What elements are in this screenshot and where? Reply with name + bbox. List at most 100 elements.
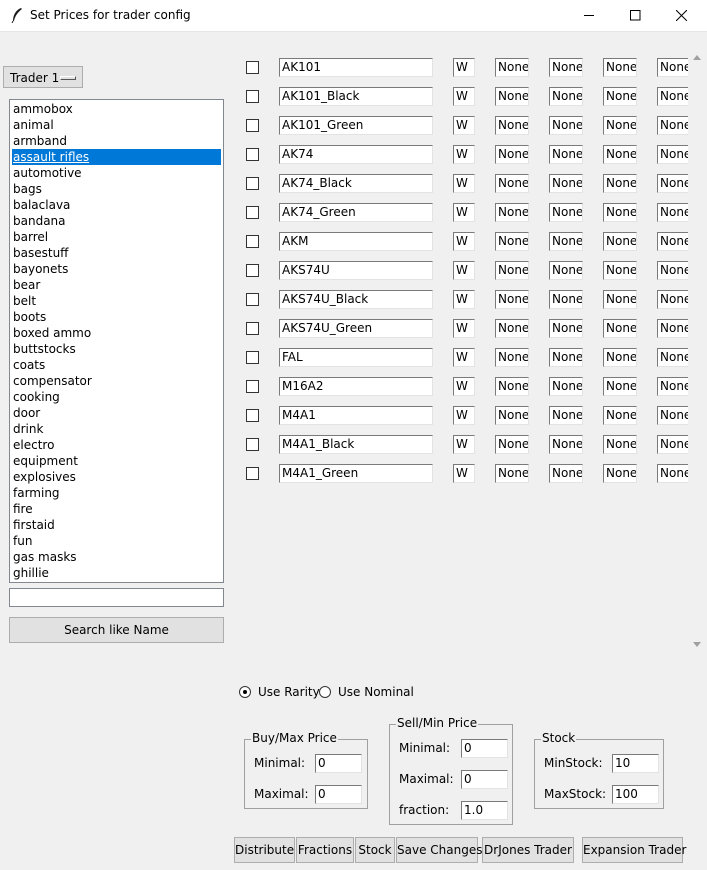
item-value-input[interactable]: None <box>495 348 529 367</box>
item-select-checkbox[interactable] <box>246 119 259 132</box>
item-select-checkbox[interactable] <box>246 467 259 480</box>
item-value-input[interactable]: None <box>549 116 583 135</box>
item-value-input[interactable]: None <box>495 116 529 135</box>
item-value-input[interactable]: None <box>603 290 637 309</box>
item-value-input[interactable]: None <box>603 319 637 338</box>
item-select-checkbox[interactable] <box>246 293 259 306</box>
save-changes-button[interactable]: Save Changes <box>396 837 482 863</box>
item-value-input[interactable]: None <box>495 435 529 454</box>
category-list-item[interactable]: fun <box>12 533 221 549</box>
item-value-input[interactable]: None <box>603 203 637 222</box>
item-type-input[interactable]: W <box>453 87 475 106</box>
category-list-item[interactable]: firstaid <box>12 517 221 533</box>
item-value-input[interactable]: None <box>549 174 583 193</box>
maximize-button[interactable] <box>613 0 659 31</box>
item-name-input[interactable]: AK74_Green <box>279 203 433 222</box>
search-like-name-button[interactable]: Search like Name <box>9 617 224 643</box>
item-name-input[interactable]: M16A2 <box>279 377 433 396</box>
item-value-input[interactable]: None <box>657 435 688 454</box>
item-type-input[interactable]: W <box>453 377 475 396</box>
item-type-input[interactable]: W <box>453 464 475 483</box>
item-select-checkbox[interactable] <box>246 206 259 219</box>
item-type-input[interactable]: W <box>453 319 475 338</box>
item-select-checkbox[interactable] <box>246 438 259 451</box>
item-value-input[interactable]: None <box>657 145 688 164</box>
item-value-input[interactable]: None <box>603 87 637 106</box>
scroll-down-arrow-icon[interactable] <box>693 642 701 648</box>
buy-minimal-input[interactable]: 0 <box>315 754 362 773</box>
item-value-input[interactable]: None <box>657 116 688 135</box>
item-value-input[interactable]: None <box>495 174 529 193</box>
item-value-input[interactable]: None <box>495 145 529 164</box>
item-type-input[interactable]: W <box>453 435 475 454</box>
item-select-checkbox[interactable] <box>246 322 259 335</box>
item-value-input[interactable]: None <box>603 116 637 135</box>
item-value-input[interactable]: None <box>603 232 637 251</box>
item-value-input[interactable]: None <box>657 464 688 483</box>
item-name-input[interactable]: AK74 <box>279 145 433 164</box>
item-value-input[interactable]: None <box>495 261 529 280</box>
item-name-input[interactable]: AKM <box>279 232 433 251</box>
category-listbox[interactable]: ammobox animal armband assault rifles automo… <box>9 99 224 583</box>
item-type-input[interactable]: W <box>453 290 475 309</box>
item-value-input[interactable]: None <box>603 435 637 454</box>
minimize-button[interactable] <box>567 0 613 31</box>
item-type-input[interactable]: W <box>453 261 475 280</box>
category-list-item[interactable]: ghillie <box>12 565 221 581</box>
category-list-item[interactable]: gas masks <box>12 549 221 565</box>
item-value-input[interactable]: None <box>657 290 688 309</box>
distribute-button[interactable]: Distribute <box>234 837 295 863</box>
item-value-input[interactable]: None <box>495 232 529 251</box>
item-select-checkbox[interactable] <box>246 409 259 422</box>
item-value-input[interactable]: None <box>603 261 637 280</box>
item-value-input[interactable]: None <box>657 319 688 338</box>
item-name-input[interactable]: M4A1_Green <box>279 464 433 483</box>
item-name-input[interactable]: M4A1_Black <box>279 435 433 454</box>
item-value-input[interactable]: None <box>657 261 688 280</box>
item-type-input[interactable]: W <box>453 406 475 425</box>
item-value-input[interactable]: None <box>549 377 583 396</box>
item-value-input[interactable]: None <box>495 290 529 309</box>
item-value-input[interactable]: None <box>657 348 688 367</box>
item-scrollbar[interactable] <box>689 50 705 655</box>
item-type-input[interactable]: W <box>453 145 475 164</box>
item-select-checkbox[interactable] <box>246 90 259 103</box>
item-select-checkbox[interactable] <box>246 264 259 277</box>
item-value-input[interactable]: None <box>657 232 688 251</box>
item-select-checkbox[interactable] <box>246 380 259 393</box>
item-value-input[interactable]: None <box>495 406 529 425</box>
item-value-input[interactable]: None <box>495 377 529 396</box>
item-value-input[interactable]: None <box>549 87 583 106</box>
item-value-input[interactable]: None <box>603 348 637 367</box>
item-value-input[interactable]: None <box>603 464 637 483</box>
item-type-input[interactable]: W <box>453 116 475 135</box>
item-name-input[interactable]: AK101 <box>279 58 433 77</box>
buy-maximal-input[interactable]: 0 <box>315 785 362 804</box>
scroll-up-arrow-icon[interactable] <box>693 54 701 60</box>
fraction-input[interactable]: 1.0 <box>461 801 508 820</box>
search-input[interactable] <box>9 588 224 607</box>
item-type-input[interactable]: W <box>453 58 475 77</box>
item-value-input[interactable]: None <box>657 87 688 106</box>
close-button[interactable] <box>659 0 705 31</box>
item-value-input[interactable]: None <box>495 464 529 483</box>
item-value-input[interactable]: None <box>549 435 583 454</box>
item-name-input[interactable]: AKS74U_Green <box>279 319 433 338</box>
item-value-input[interactable]: None <box>495 87 529 106</box>
item-select-checkbox[interactable] <box>246 148 259 161</box>
item-type-input[interactable]: W <box>453 232 475 251</box>
item-value-input[interactable]: None <box>603 174 637 193</box>
min-stock-input[interactable]: 10 <box>612 754 659 773</box>
stock-button[interactable]: Stock <box>355 837 395 863</box>
sell-maximal-input[interactable]: 0 <box>461 770 508 789</box>
item-name-input[interactable]: FAL <box>279 348 433 367</box>
item-select-checkbox[interactable] <box>246 61 259 74</box>
item-value-input[interactable]: None <box>549 203 583 222</box>
sell-minimal-input[interactable]: 0 <box>461 739 508 758</box>
max-stock-input[interactable]: 100 <box>612 785 659 804</box>
item-value-input[interactable]: None <box>603 406 637 425</box>
item-select-checkbox[interactable] <box>246 177 259 190</box>
item-value-input[interactable]: None <box>657 406 688 425</box>
item-value-input[interactable]: None <box>657 377 688 396</box>
item-value-input[interactable]: None <box>549 58 583 77</box>
